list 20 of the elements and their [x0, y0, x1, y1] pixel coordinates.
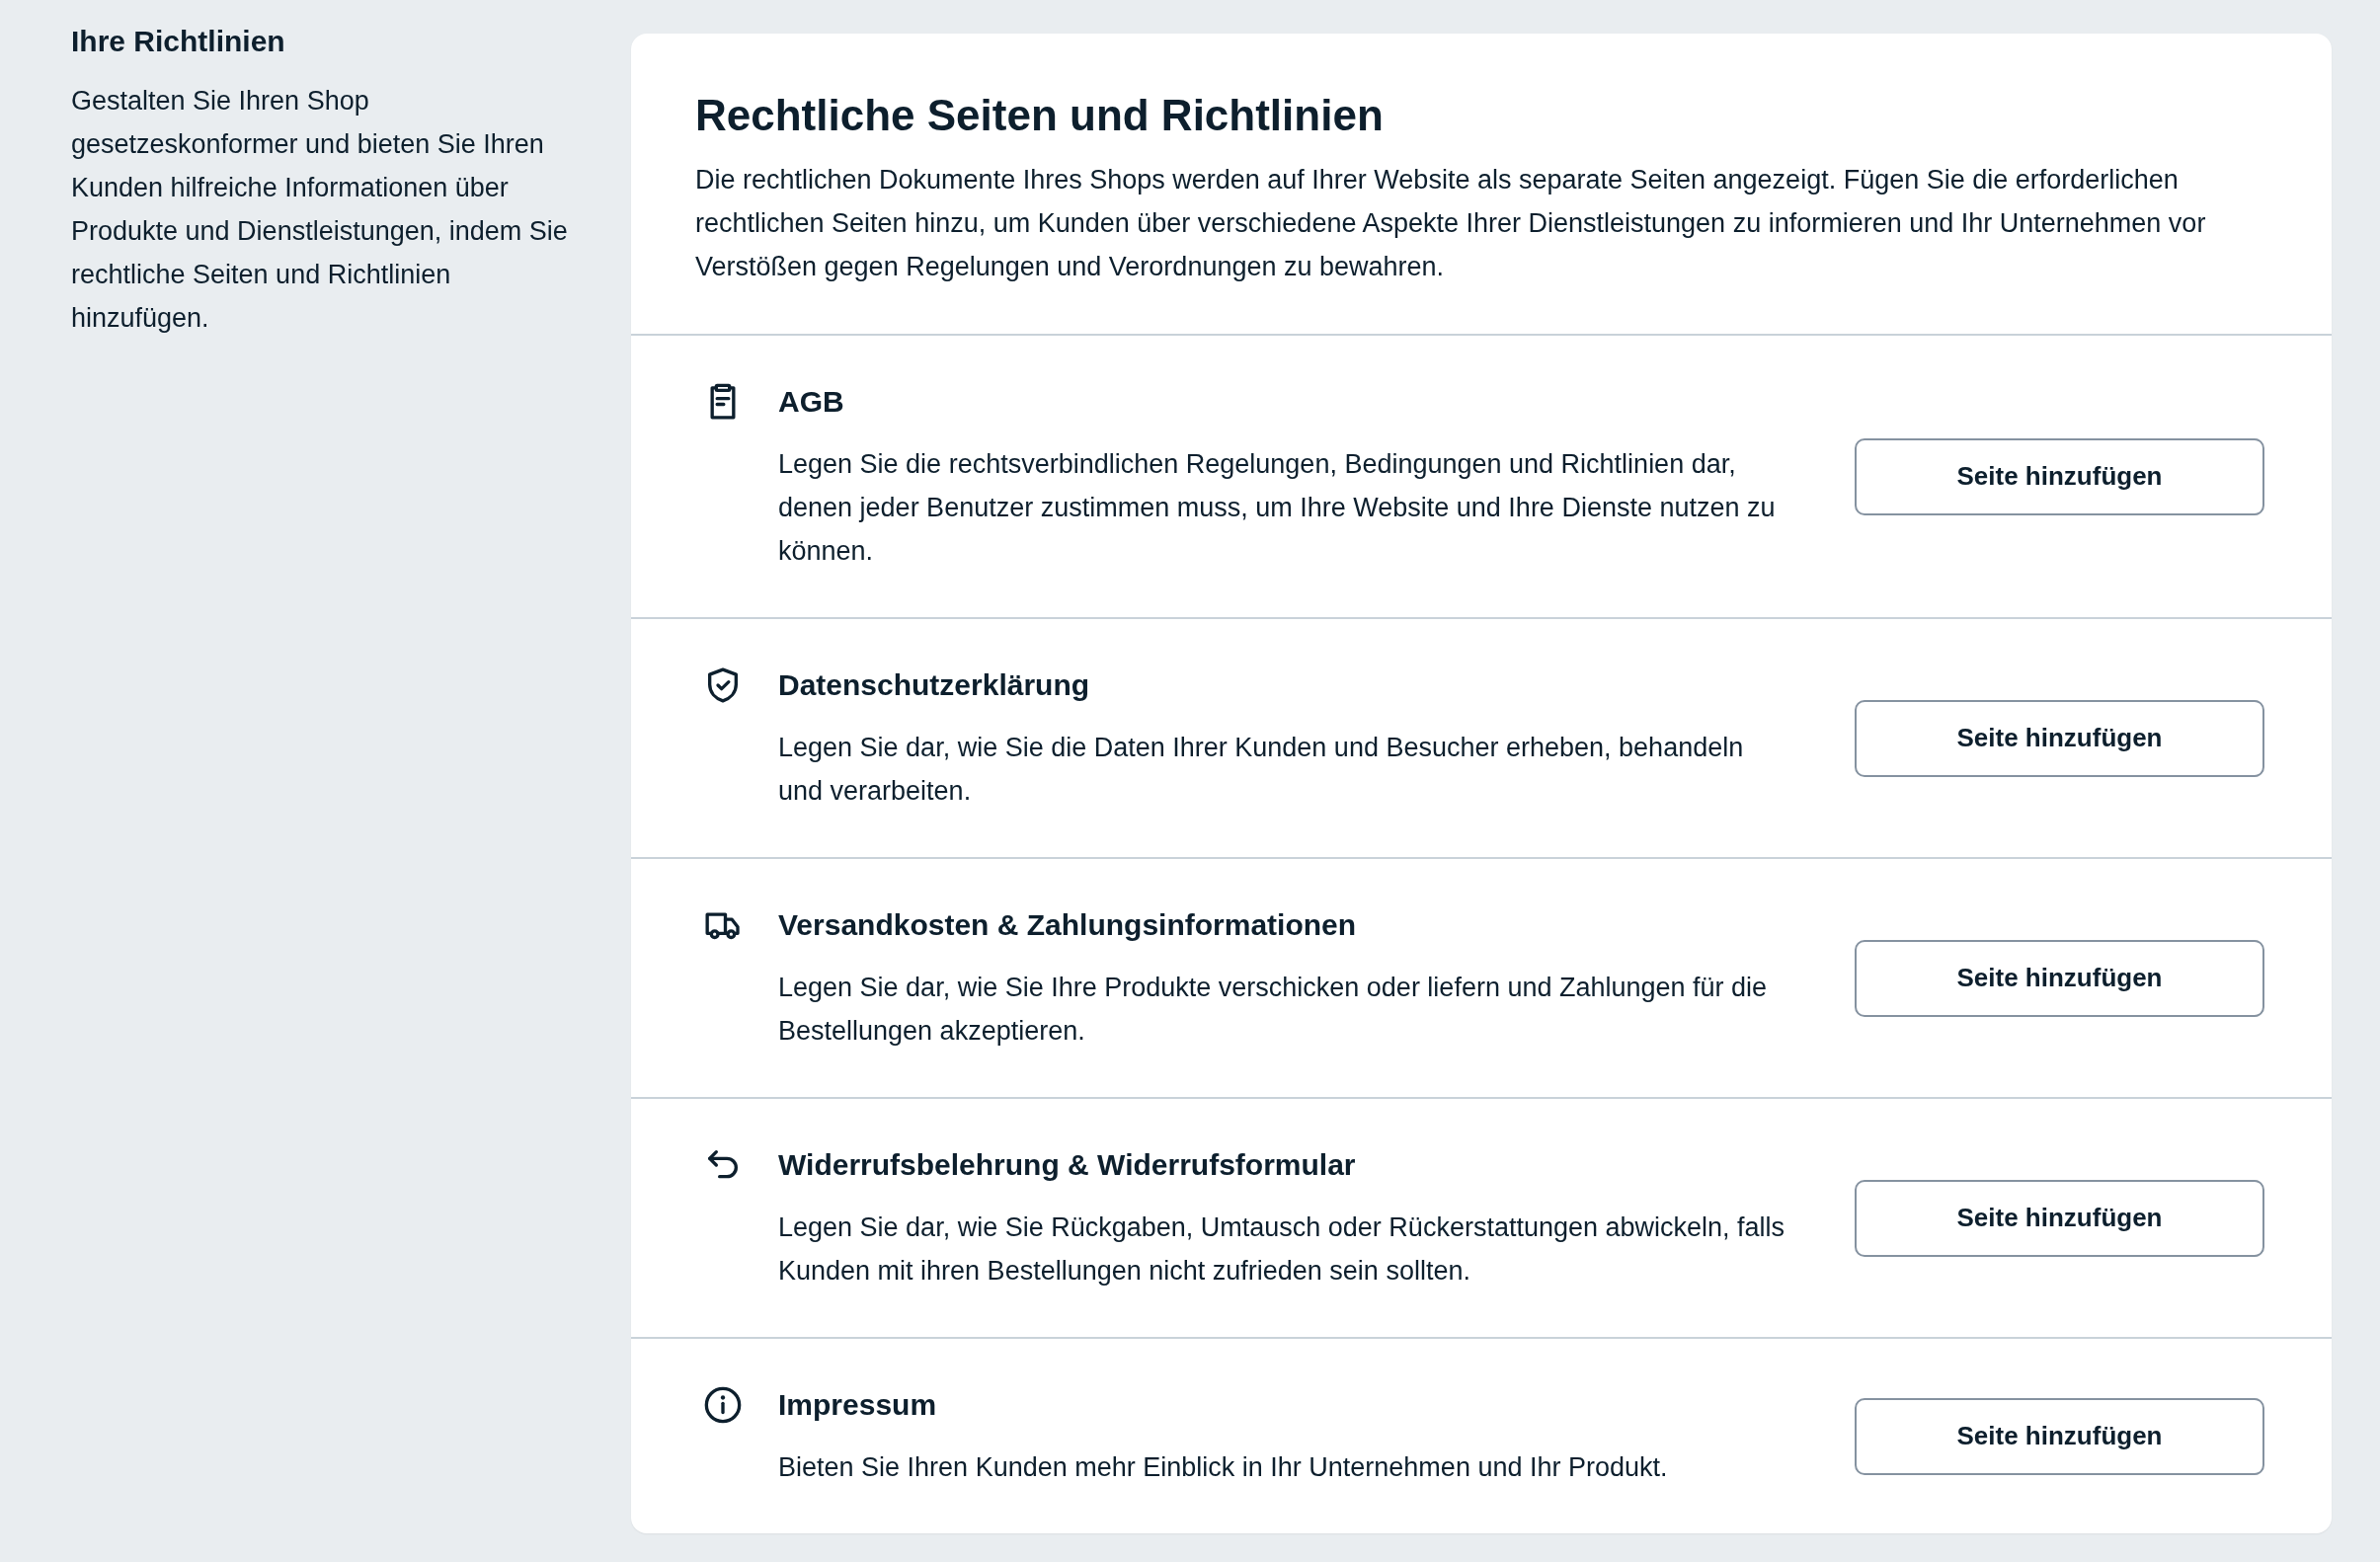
page-title: Impressum: [778, 1387, 938, 1423]
info-icon: [703, 1385, 743, 1425]
add-page-button[interactable]: Seite hinzufügen: [1855, 939, 2264, 1017]
page-description: Legen Sie dar, wie Sie Rückgaben, Umtausch oder Rückerstattungen abwickeln, falls Kunden mit ihren Bestellungen nicht zufrieden sein sollten.: [778, 1211, 1785, 1288]
add-page-button[interactable]: Seite hinzufügen: [1855, 1179, 2264, 1257]
card-description: Die rechtlichen Dokumente Ihres Shops werden auf Ihrer Website als separate Seiten angezeigt. Fügen Sie die erforderlichen rechtlichen Seiten hinzu, um Kunden über verschiedene Aspekte Ihrer Dienstleistungen zu informieren und Ihr Unternehmen vor Verstößen gegen Regelungen und Verordnungen zu bewahren.: [695, 164, 2207, 283]
page-title: AGB: [778, 384, 845, 420]
page-description: Legen Sie dar, wie Sie die Daten Ihrer Kunden und Besucher erheben, behandeln und verarbeiten.: [778, 732, 1745, 808]
page-description: Bieten Sie Ihren Kunden mehr Einblick in Ihr Unternehmen und Ihr Produkt.: [778, 1451, 1669, 1484]
add-page-button[interactable]: Seite hinzufügen: [1855, 437, 2264, 515]
add-page-button[interactable]: Seite hinzufügen: [1855, 1397, 2264, 1475]
page-description: Legen Sie die rechtsverbindlichen Regelungen, Bedingungen und Richtlinien dar, denen jeder Benutzer zustimmen muss, um Ihre Website und Ihre Dienste nutzen zu können.: [778, 448, 1777, 568]
card-title: Rechtliche Seiten und Richtlinien: [695, 90, 1385, 141]
page-description: Legen Sie dar, wie Sie Ihre Produkte verschicken oder liefern und Zahlungen für die Bestellungen akzeptieren.: [778, 972, 1769, 1048]
sidebar-heading: Ihre Richtlinien: [71, 24, 286, 59]
add-page-button[interactable]: Seite hinzufügen: [1855, 699, 2264, 777]
page-title: Versandkosten & Zahlungsinformationen: [778, 907, 1358, 943]
sidebar-description: Gestalten Sie Ihren Shop gesetzeskonformer und bieten Sie Ihren Kunden hilfreiche Informationen über Produkte und Dienstleistungen, indem Sie rechtliche Seiten und Richtlinien hinzufügen.: [71, 85, 569, 335]
page-title: Widerrufsbelehrung & Widerrufsformular: [778, 1147, 1357, 1183]
page-title: Datenschutzerklärung: [778, 667, 1091, 703]
